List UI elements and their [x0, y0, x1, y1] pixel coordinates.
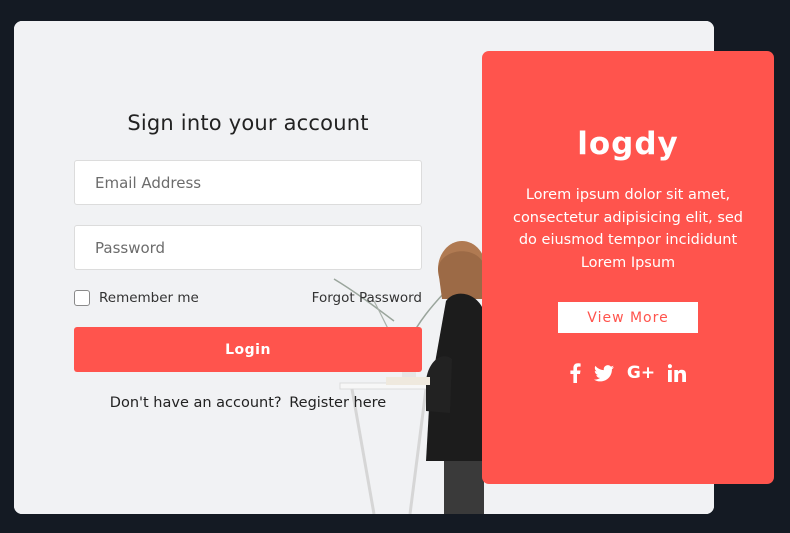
linkedin-icon[interactable] [668, 362, 687, 384]
register-link[interactable]: Register here [289, 395, 386, 411]
login-form: Sign into your account Remember me Forgo… [74, 111, 422, 411]
password-input[interactable] [74, 225, 422, 270]
logo: logdy [577, 126, 679, 162]
register-prompt: Don't have an account? Register here [74, 395, 422, 411]
email-input[interactable] [74, 160, 422, 205]
view-more-button[interactable]: View More [558, 302, 698, 333]
facebook-icon[interactable] [570, 362, 581, 384]
register-prompt-text: Don't have an account? [109, 395, 282, 411]
remember-me-checkbox[interactable] [74, 290, 90, 306]
promo-description: Lorem ipsum dolor sit amet, consectetur … [512, 187, 744, 271]
twitter-icon[interactable] [593, 362, 614, 384]
google-plus-icon[interactable]: G+ [627, 362, 655, 384]
form-options-row: Remember me Forgot Password [74, 290, 422, 306]
login-button[interactable]: Login [74, 327, 422, 372]
forgot-password-link[interactable]: Forgot Password [312, 290, 422, 306]
promo-panel: logdy Lorem ipsum dolor sit amet, consec… [482, 51, 774, 484]
form-title: Sign into your account [127, 111, 369, 135]
social-links: G+ [482, 362, 774, 384]
remember-me[interactable]: Remember me [74, 290, 199, 306]
remember-me-label: Remember me [99, 290, 199, 306]
